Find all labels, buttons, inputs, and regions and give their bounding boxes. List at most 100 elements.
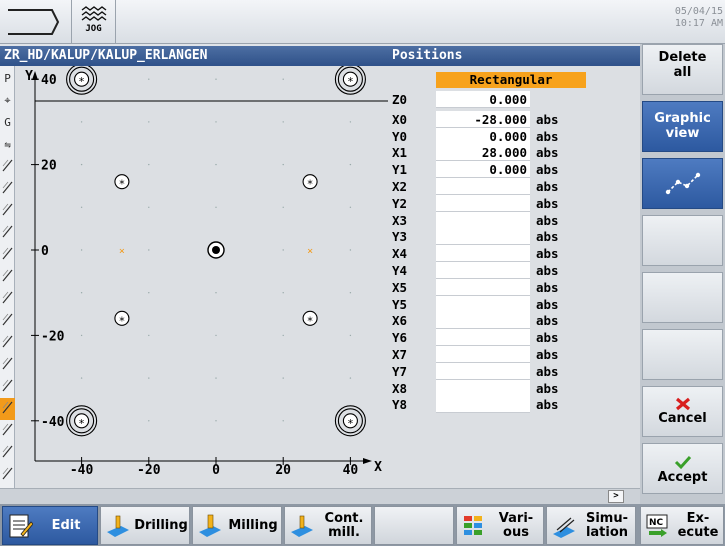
position-icon[interactable]: ⌖ bbox=[0, 90, 15, 112]
position-value-input[interactable] bbox=[436, 346, 530, 363]
grid-dot bbox=[282, 292, 284, 294]
program-icon[interactable]: P bbox=[0, 68, 15, 90]
position-label: Y4 bbox=[392, 263, 408, 278]
line-icon-2-glyph bbox=[2, 247, 13, 260]
position-unit: abs bbox=[536, 313, 559, 328]
position-value-input[interactable]: 0.000 bbox=[436, 128, 530, 145]
pattern-type-header[interactable]: Rectangular bbox=[436, 72, 586, 88]
cancel-button[interactable]: Cancel bbox=[642, 386, 723, 437]
accept-label: Accept bbox=[657, 470, 708, 485]
horizontal-softkey-bar: Edit Drilling Milling Cont. mill. Vari- … bbox=[0, 504, 725, 546]
position-value-input[interactable] bbox=[436, 380, 530, 397]
position-unit: abs bbox=[536, 280, 559, 295]
position-value-input[interactable] bbox=[436, 212, 530, 229]
grid-dot bbox=[282, 121, 284, 123]
position-label: Z0 bbox=[392, 92, 408, 107]
center-hole-inner bbox=[212, 246, 220, 254]
position-row: Y3 abs bbox=[388, 228, 640, 246]
position-value-input[interactable] bbox=[436, 245, 530, 262]
position-value-input[interactable]: 0.000 bbox=[436, 91, 530, 108]
various-label-2: ous bbox=[503, 524, 529, 540]
position-value-input[interactable]: -28.000 bbox=[436, 111, 530, 128]
softkey-empty-4[interactable] bbox=[642, 215, 723, 266]
grid-dot bbox=[215, 334, 217, 337]
contour-icon-2[interactable] bbox=[0, 310, 15, 332]
simulation-button[interactable]: Simu- lation bbox=[546, 506, 636, 545]
position-label: X3 bbox=[392, 213, 408, 228]
position-value-input[interactable]: 28.000 bbox=[436, 144, 530, 161]
contour-icon-3[interactable] bbox=[0, 420, 15, 442]
mill-icon[interactable] bbox=[0, 442, 15, 464]
delete-all-button[interactable]: Delete all bbox=[642, 44, 723, 95]
accept-button[interactable]: Accept bbox=[642, 443, 723, 494]
position-value-input[interactable] bbox=[436, 312, 530, 329]
position-row: Y2 abs bbox=[388, 195, 640, 213]
position-unit: abs bbox=[536, 196, 559, 211]
softkey-empty-bottom[interactable] bbox=[374, 506, 454, 545]
grid-dot bbox=[80, 377, 83, 379]
execute-button[interactable]: NC Ex- ecute bbox=[640, 506, 724, 545]
gcode-icon[interactable]: G bbox=[0, 112, 15, 134]
drill-icon-2[interactable] bbox=[0, 178, 15, 200]
grid-dot bbox=[282, 420, 284, 422]
position-value-input[interactable] bbox=[436, 178, 530, 195]
end-icon[interactable] bbox=[0, 464, 15, 486]
line-icon[interactable] bbox=[0, 222, 15, 244]
position-row: X2 abs bbox=[388, 178, 640, 196]
softkey-empty-6[interactable] bbox=[642, 329, 723, 380]
various-button[interactable]: Vari- ous bbox=[456, 506, 544, 545]
contour-milling-button[interactable]: Cont. mill. bbox=[284, 506, 372, 545]
position-value-input[interactable] bbox=[436, 363, 530, 380]
drill-icon-2-glyph bbox=[2, 181, 13, 194]
grid-dot bbox=[215, 292, 217, 294]
position-value-input[interactable] bbox=[436, 396, 530, 413]
simulation-label-2: lation bbox=[585, 524, 629, 540]
pocket-icon[interactable] bbox=[0, 288, 15, 310]
position-value-input[interactable] bbox=[436, 296, 530, 313]
settings-icon[interactable]: ⇋ bbox=[0, 134, 15, 156]
position-row: Y6 abs bbox=[388, 329, 640, 347]
drilling-button[interactable]: Drilling bbox=[100, 506, 190, 545]
position-row: Z0 0.000 bbox=[388, 91, 640, 109]
graphic-view-button[interactable]: Graphic view bbox=[642, 101, 723, 152]
program-path-title: ZR_HD/KALUP/KALUP_ERLANGEN bbox=[0, 46, 388, 66]
contour-icon[interactable] bbox=[0, 266, 15, 288]
vertical-softkey-bar: Delete all Graphic view Cancel Accept bbox=[640, 44, 725, 504]
circle-icon[interactable] bbox=[0, 200, 15, 222]
grid-dot bbox=[282, 78, 284, 80]
milling-button[interactable]: Milling bbox=[192, 506, 282, 545]
grid-dot bbox=[148, 121, 150, 123]
position-label: Y1 bbox=[392, 162, 408, 177]
position-unit: abs bbox=[536, 246, 559, 261]
execute-label: Ex- ecute bbox=[675, 507, 721, 544]
position-unit: abs bbox=[536, 397, 559, 412]
position-value-input[interactable] bbox=[436, 195, 530, 212]
horizontal-scrollbar[interactable]: > bbox=[0, 488, 640, 504]
grid-dot bbox=[215, 121, 217, 123]
line-icon-2[interactable] bbox=[0, 244, 15, 266]
slot-icon[interactable] bbox=[0, 354, 15, 376]
position-value-input[interactable] bbox=[436, 262, 530, 279]
position-label: Y0 bbox=[392, 129, 408, 144]
scroll-right-button[interactable]: > bbox=[608, 490, 624, 503]
pocket-icon-2-glyph bbox=[2, 335, 13, 348]
position-value-input[interactable] bbox=[436, 329, 530, 346]
position-label: X8 bbox=[392, 381, 408, 396]
drill-icon[interactable] bbox=[0, 156, 15, 178]
y-axis-label: Y bbox=[25, 69, 33, 84]
position-value-input[interactable]: 0.000 bbox=[436, 161, 530, 178]
simulation-label-1: Simu- bbox=[585, 510, 628, 526]
position-value-input[interactable] bbox=[436, 228, 530, 245]
pocket-icon-2[interactable] bbox=[0, 332, 15, 354]
edit-button[interactable]: Edit bbox=[2, 506, 98, 545]
positions-icon[interactable] bbox=[0, 398, 15, 420]
position-unit: abs bbox=[536, 330, 559, 345]
grid-dot bbox=[80, 121, 83, 123]
delete-all-label-1: Delete bbox=[658, 50, 707, 65]
milling-label: Milling bbox=[228, 517, 278, 533]
position-value-input[interactable] bbox=[436, 279, 530, 296]
point-chain-button[interactable] bbox=[642, 158, 723, 209]
slot-icon-2[interactable] bbox=[0, 376, 15, 398]
position-unit: abs bbox=[536, 364, 559, 379]
softkey-empty-5[interactable] bbox=[642, 272, 723, 323]
